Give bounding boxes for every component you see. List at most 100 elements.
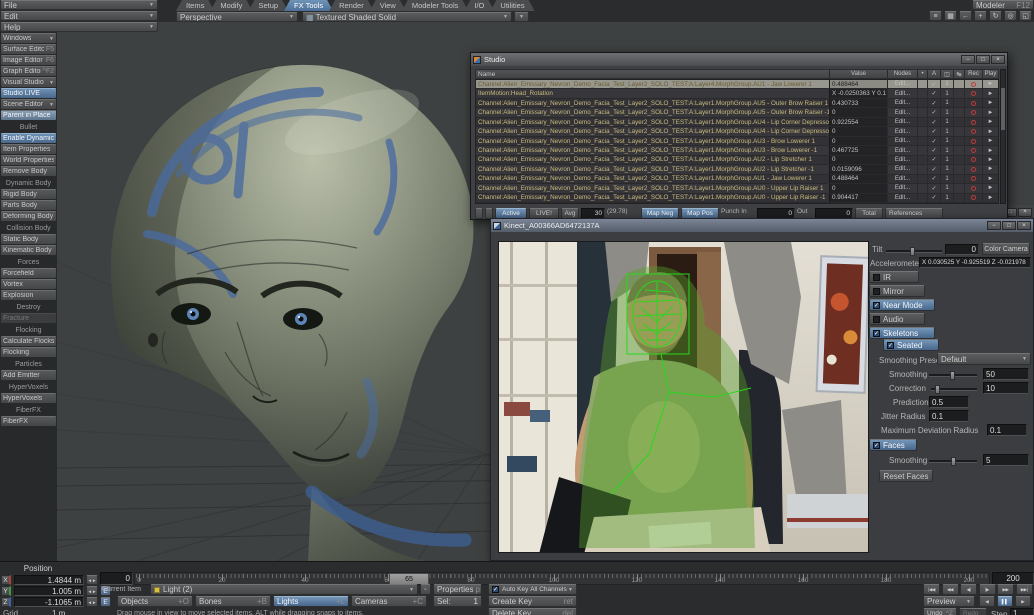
correction-value-field[interactable]: 10 bbox=[983, 382, 1029, 394]
alien-head-model[interactable] bbox=[111, 65, 527, 561]
toggle-ir[interactable]: IR bbox=[869, 271, 919, 283]
view-mode-dropdown[interactable]: Perspective ▼ bbox=[176, 12, 298, 22]
file-menu[interactable]: File ▼ bbox=[0, 0, 158, 10]
axis-value-x[interactable]: 1.4844 m bbox=[14, 575, 84, 585]
toggle-skeletons[interactable]: ✓Skeletons bbox=[869, 327, 935, 339]
play-cell[interactable]: ► bbox=[982, 108, 998, 116]
select-cameras-button[interactable]: Cameras+C bbox=[351, 596, 427, 607]
modifier-cell[interactable] bbox=[953, 175, 964, 183]
sidebar-item-rigid-body[interactable]: Rigid Body bbox=[1, 189, 56, 199]
active-check-icon[interactable]: ✓ bbox=[927, 184, 940, 192]
shading-extra-dropdown[interactable]: ▼ bbox=[514, 12, 529, 22]
sidebar-item-world-properties[interactable]: World Properties bbox=[1, 155, 56, 165]
modifier-cell[interactable] bbox=[953, 118, 964, 126]
toggle-audio[interactable]: Audio bbox=[869, 313, 925, 325]
play-cell[interactable]: ► bbox=[982, 146, 998, 154]
close-icon[interactable]: × bbox=[991, 55, 1005, 64]
undo-button[interactable]: Undo ^Z bbox=[923, 608, 957, 615]
go-to-end-icon[interactable]: ▶▶| bbox=[1016, 584, 1033, 595]
tab-i-o[interactable]: I/O bbox=[464, 0, 494, 11]
go-to-start-icon[interactable]: |◀◀ bbox=[923, 584, 940, 595]
reset-faces-button[interactable]: Reset Faces bbox=[879, 470, 933, 482]
prediction-field[interactable]: 0.5 bbox=[929, 396, 969, 408]
toggle-mirror[interactable]: Mirror bbox=[869, 285, 925, 297]
nodes-edit-button[interactable]: Edit... bbox=[887, 137, 917, 145]
column-header-value[interactable]: Value bbox=[829, 70, 887, 78]
nodes-edit-button[interactable]: Edit... bbox=[887, 194, 917, 202]
channel-row[interactable]: ItemMotion:Head_RotationX -0.0250363 Y 0… bbox=[476, 89, 998, 98]
record-cell[interactable] bbox=[964, 146, 982, 154]
play-cell[interactable]: ► bbox=[982, 118, 998, 126]
tab-modify[interactable]: Modify bbox=[210, 0, 252, 11]
color-camera-button[interactable]: Color Camera bbox=[982, 243, 1030, 255]
nodes-edit-button[interactable]: Edit... bbox=[887, 118, 917, 126]
tab-setup[interactable]: Setup bbox=[248, 0, 288, 11]
preview-dropdown[interactable]: Preview ▼ bbox=[923, 596, 975, 607]
next-key-icon[interactable]: ▶▶ bbox=[997, 584, 1014, 595]
maximize-icon[interactable]: □ bbox=[976, 55, 990, 64]
jitter-radius-field[interactable]: 0.1 bbox=[929, 410, 969, 422]
toolbar-button-references[interactable]: References bbox=[885, 208, 943, 219]
modifier-cell[interactable] bbox=[953, 165, 964, 173]
toolbar-button-map-pos[interactable]: Map Pos bbox=[681, 208, 719, 219]
tab-view[interactable]: View bbox=[370, 0, 406, 11]
channel-row[interactable]: Channel:Alien_Emissary_Nevron_Demo_Facia… bbox=[476, 165, 998, 174]
current-item-dropdown[interactable]: Light (2) ▼ bbox=[150, 584, 418, 595]
active-check-icon[interactable]: ✓ bbox=[927, 156, 940, 164]
sidebar-item-windows[interactable]: Windows▼ bbox=[1, 33, 56, 43]
column-header-play[interactable]: Play bbox=[982, 70, 998, 78]
minimize-icon[interactable]: − bbox=[961, 55, 975, 64]
record-cell[interactable] bbox=[964, 156, 982, 164]
previous-frame-icon[interactable]: ◀| bbox=[960, 584, 977, 595]
lock-cell[interactable] bbox=[917, 146, 927, 154]
smoothing-value-field[interactable]: 50 bbox=[983, 368, 1029, 380]
tab-utilities[interactable]: Utilities bbox=[490, 0, 534, 11]
spinner-icon[interactable]: ◄► bbox=[86, 575, 98, 585]
zoom-icon[interactable]: ◎ bbox=[1004, 11, 1017, 21]
nodes-edit-button[interactable]: Edit... bbox=[887, 146, 917, 154]
axis-button-z[interactable]: Z bbox=[1, 597, 11, 607]
lock-cell[interactable] bbox=[917, 156, 927, 164]
sidebar-item-flocking[interactable]: Flocking bbox=[1, 347, 56, 357]
channel-value[interactable]: 0.488464 bbox=[829, 175, 887, 183]
nodes-edit-button[interactable]: Edit... bbox=[887, 184, 917, 192]
previous-key-icon[interactable]: ◀◀ bbox=[942, 584, 959, 595]
max-deviation-field[interactable]: 0.1 bbox=[987, 424, 1027, 436]
spinner-icon[interactable]: ◄► bbox=[86, 586, 98, 596]
active-check-icon[interactable]: ✓ bbox=[927, 80, 940, 88]
modifier-cell[interactable] bbox=[953, 80, 964, 88]
create-key-button[interactable]: Create Key ret bbox=[488, 596, 577, 607]
channel-value[interactable]: 0.0159096 bbox=[829, 165, 887, 173]
channel-row[interactable]: Channel:Alien_Emissary_Nevron_Demo_Facia… bbox=[476, 108, 998, 117]
maximize-viewport-icon[interactable]: ◱ bbox=[1019, 11, 1032, 21]
pan-icon[interactable]: ← bbox=[959, 11, 972, 21]
sidebar-item-studio-live[interactable]: Studio LIVE bbox=[1, 88, 56, 98]
tab-modeler-tools[interactable]: Modeler Tools bbox=[402, 0, 469, 11]
lock-cell[interactable] bbox=[917, 194, 927, 202]
modifier-cell[interactable] bbox=[953, 146, 964, 154]
lock-cell[interactable] bbox=[917, 118, 927, 126]
shift-icon[interactable]: ↹ bbox=[953, 70, 964, 78]
active-check-icon[interactable]: ✓ bbox=[927, 99, 940, 107]
channel-value[interactable]: 0.922554 bbox=[829, 118, 887, 126]
active-check-icon[interactable]: ✓ bbox=[927, 108, 940, 116]
play-cell[interactable]: ► bbox=[982, 184, 998, 192]
sidebar-item-visual-studio[interactable]: Visual Studio▼ bbox=[1, 77, 56, 87]
play-cell[interactable]: ► bbox=[982, 89, 998, 97]
active-check-icon[interactable]: ✓ bbox=[927, 127, 940, 135]
smoothing-slider-handle[interactable] bbox=[950, 371, 955, 380]
correction-slider[interactable] bbox=[931, 388, 977, 391]
envelope-button[interactable]: E bbox=[100, 597, 111, 607]
play-cell[interactable]: ► bbox=[982, 99, 998, 107]
minimize-icon[interactable]: − bbox=[987, 221, 1001, 230]
channel-row[interactable]: Channel:Alien_Emissary_Nevron_Demo_Facia… bbox=[476, 194, 998, 203]
toolbar-button-0[interactable]: 0 bbox=[815, 208, 853, 219]
delete-key-button[interactable]: Delete Key del bbox=[488, 608, 577, 615]
tab-items[interactable]: Items bbox=[176, 0, 214, 11]
axis-button-x[interactable]: X bbox=[1, 575, 11, 585]
modifier-cell[interactable] bbox=[953, 184, 964, 192]
start-frame-field[interactable]: 0 bbox=[100, 572, 133, 585]
active-check-icon[interactable]: ✓ bbox=[927, 146, 940, 154]
channel-row[interactable]: Channel:Alien_Emissary_Nevron_Demo_Facia… bbox=[476, 184, 998, 193]
modifier-cell[interactable] bbox=[953, 108, 964, 116]
